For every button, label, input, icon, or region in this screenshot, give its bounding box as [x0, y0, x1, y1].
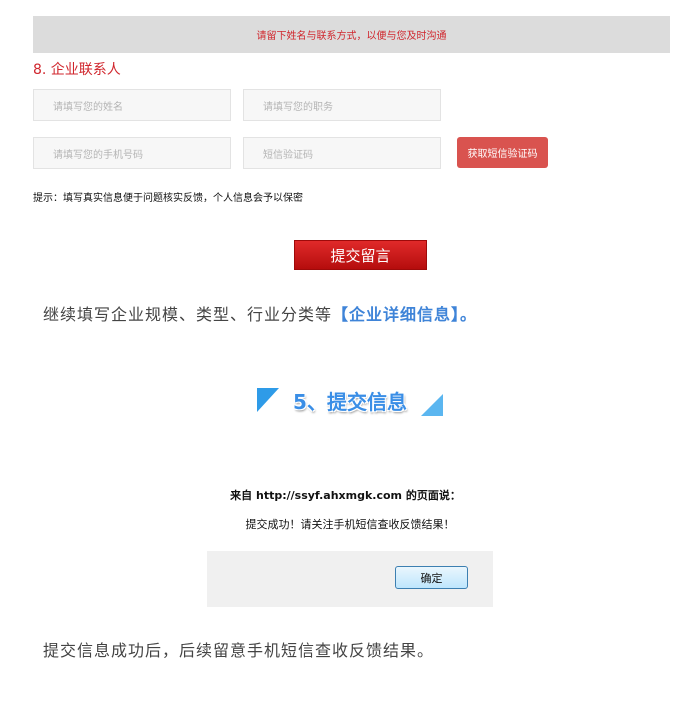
dialog-message: 提交成功！请关注手机短信查收反馈结果！ [245, 518, 455, 531]
dialog-footer: 确定 [207, 551, 493, 607]
ok-label: 确定 [420, 571, 443, 585]
result-note: 提交信息成功后，后续留意手机短信查收反馈结果。 [43, 641, 435, 660]
step-title: 5、提交信息 [293, 390, 407, 414]
dialog-title: 来自 http://ssyf.ahxmgk.com 的页面说： [230, 489, 461, 502]
banner-text: 请留下姓名与联系方式，以便与您及时沟通 [256, 31, 447, 42]
get-sms-code-button[interactable]: 获取短信验证码 [457, 137, 548, 168]
right-triangle-icon [421, 394, 443, 416]
section-title: 8. 企业联系人 [33, 62, 121, 78]
phone-placeholder: 请填写您的手机号码 [53, 149, 143, 161]
get-sms-code-label: 获取短信验证码 [467, 149, 538, 160]
privacy-hint: 提示：填写真实信息便于问题核实反馈，个人信息会予以保密 [33, 193, 303, 204]
name-input[interactable]: 请填写您的姓名 [33, 89, 231, 121]
sms-code-input[interactable]: 短信验证码 [243, 137, 441, 169]
instruction-text: 继续填写企业规模、类型、行业分类等【企业详细信息】。 [43, 301, 477, 325]
instruction-highlight: 【企业详细信息】。 [332, 305, 478, 324]
name-placeholder: 请填写您的姓名 [53, 101, 123, 113]
info-banner: 请留下姓名与联系方式，以便与您及时沟通 [33, 16, 670, 53]
submit-message-label: 提交留言 [330, 246, 391, 265]
phone-input[interactable]: 请填写您的手机号码 [33, 137, 231, 169]
sms-code-placeholder: 短信验证码 [263, 149, 313, 161]
step-heading: 5、提交信息 [257, 386, 443, 418]
instruction-prefix: 继续填写企业规模、类型、行业分类等 [43, 305, 333, 324]
submit-message-button[interactable]: 提交留言 [294, 240, 427, 270]
position-placeholder: 请填写您的职务 [263, 101, 333, 113]
ok-button[interactable]: 确定 [395, 566, 468, 589]
left-triangle-icon [257, 388, 279, 412]
position-input[interactable]: 请填写您的职务 [243, 89, 441, 121]
